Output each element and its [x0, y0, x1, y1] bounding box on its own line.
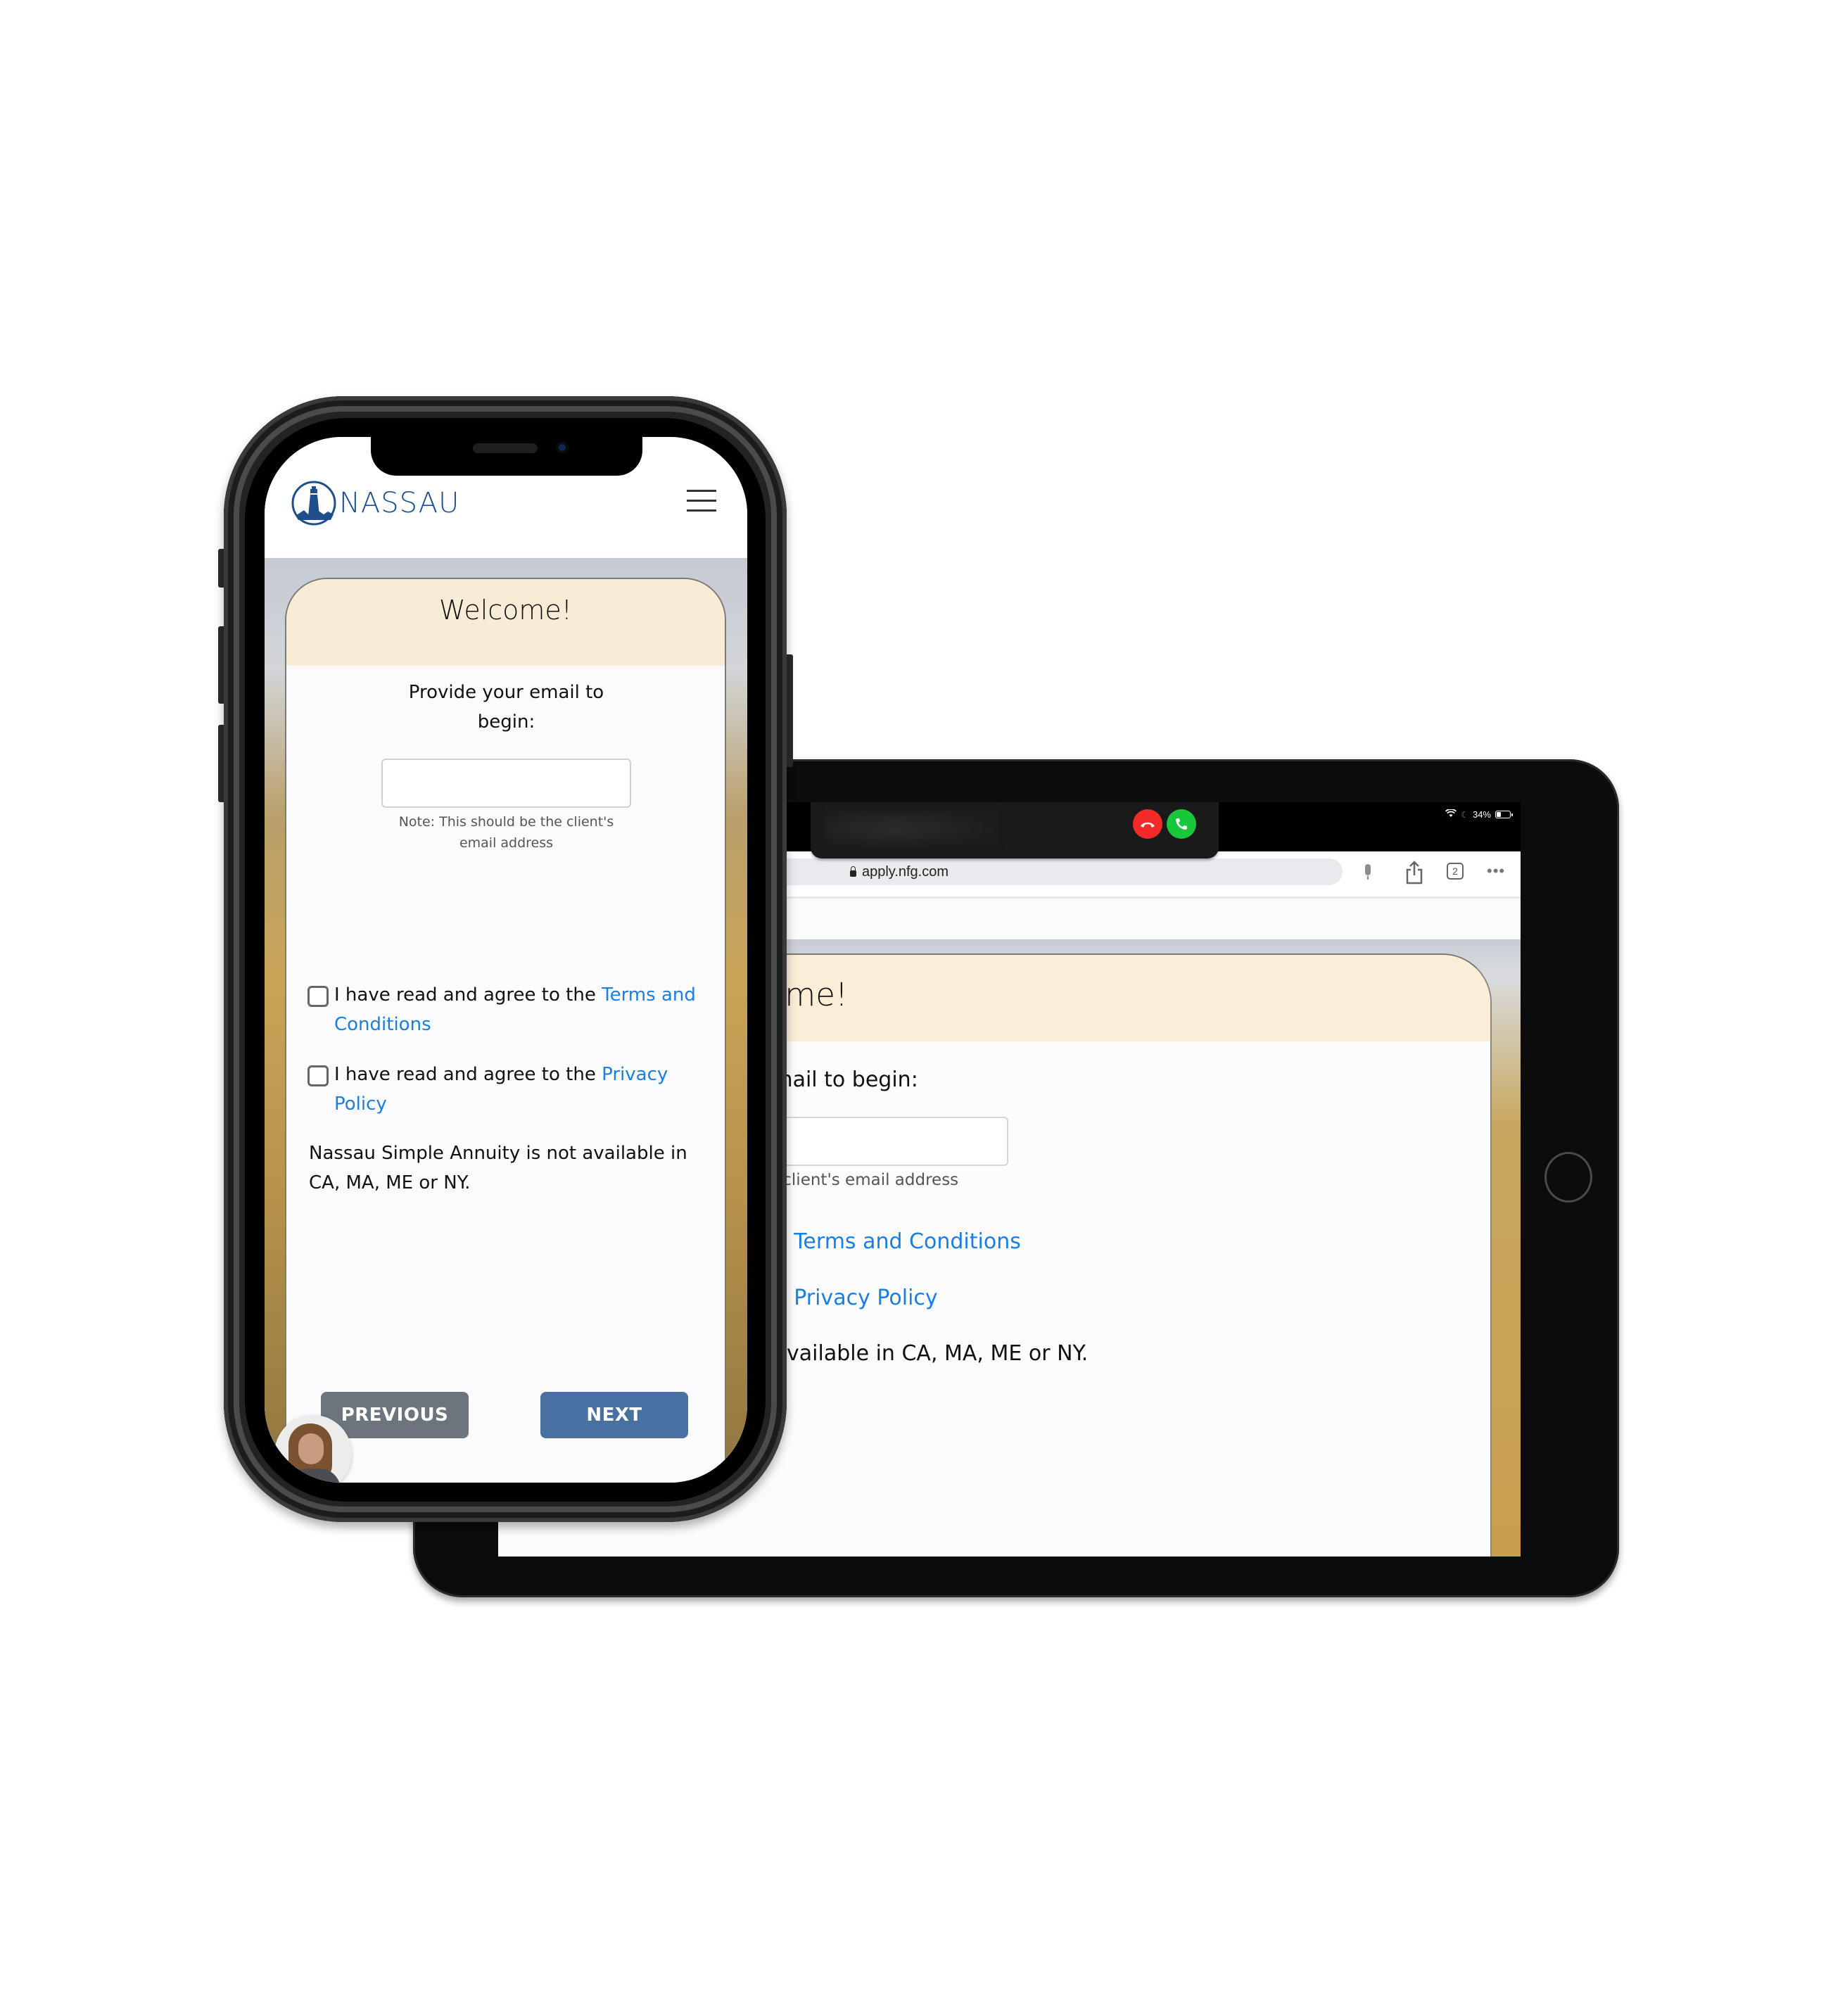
- availability-notice: Nassau Simple Annuity is not available i…: [309, 1143, 687, 1193]
- privacy-row: I have read and agree to the Privacy Pol…: [307, 1060, 709, 1119]
- battery-icon: [1495, 811, 1513, 818]
- url-text: apply.nfg.com: [861, 863, 949, 880]
- tablet-home-button[interactable]: [1544, 1152, 1592, 1203]
- phone-decline-icon: [1141, 822, 1155, 828]
- phone-accept-icon: [1176, 818, 1187, 830]
- nassau-logo[interactable]: NASSAU: [291, 479, 459, 527]
- page-title: Welcome!: [438, 595, 573, 626]
- welcome-card: Welcome! Provide your email to begin: No…: [285, 578, 726, 1483]
- next-button[interactable]: NEXT: [540, 1392, 688, 1438]
- accept-call-button[interactable]: [1167, 809, 1196, 839]
- brand-name: NASSAU: [339, 487, 460, 519]
- caller-info-redacted: [825, 808, 1001, 849]
- battery-percent: 34%: [1472, 809, 1491, 820]
- terms-label: I have read and agree to the: [334, 984, 602, 1006]
- privacy-label: I have read and agree to the: [334, 1064, 602, 1085]
- incoming-call-banner[interactable]: [811, 802, 1219, 858]
- terms-checkbox[interactable]: [307, 986, 329, 1007]
- email-note: Note: This should be the client's email …: [398, 814, 614, 851]
- front-camera: [556, 441, 569, 454]
- lock-icon: [849, 866, 856, 877]
- status-indicators: ☾ 34%: [1445, 809, 1513, 820]
- terms-text: I have read and agree to the Terms and C…: [334, 980, 709, 1039]
- phone-notch: [371, 435, 642, 476]
- privacy-checkbox[interactable]: [307, 1065, 329, 1086]
- terms-row: I have read and agree to the Terms and C…: [307, 980, 709, 1039]
- more-options-icon[interactable]: •••: [1487, 863, 1505, 879]
- decline-call-button[interactable]: [1133, 809, 1162, 839]
- privacy-link[interactable]: Privacy Policy: [794, 1286, 937, 1310]
- phone-screen: NASSAU Welcome! Provide your email to be…: [265, 437, 747, 1483]
- privacy-text: I have read and agree to the Privacy Pol…: [334, 1060, 709, 1119]
- share-icon[interactable]: [1406, 860, 1423, 885]
- email-prompt: Provide your email to begin:: [408, 682, 604, 733]
- phone-power-button: [786, 654, 793, 767]
- terms-link[interactable]: Terms and Conditions: [794, 1229, 1021, 1254]
- hamburger-menu-icon[interactable]: [687, 490, 716, 512]
- moon-icon: ☾: [1461, 809, 1468, 820]
- lighthouse-icon: [291, 481, 336, 526]
- wifi-icon: [1445, 809, 1457, 820]
- email-input[interactable]: [381, 759, 631, 808]
- tabs-button[interactable]: 2: [1447, 863, 1464, 880]
- phone-speaker: [473, 443, 538, 453]
- microphone-icon[interactable]: [1365, 864, 1371, 880]
